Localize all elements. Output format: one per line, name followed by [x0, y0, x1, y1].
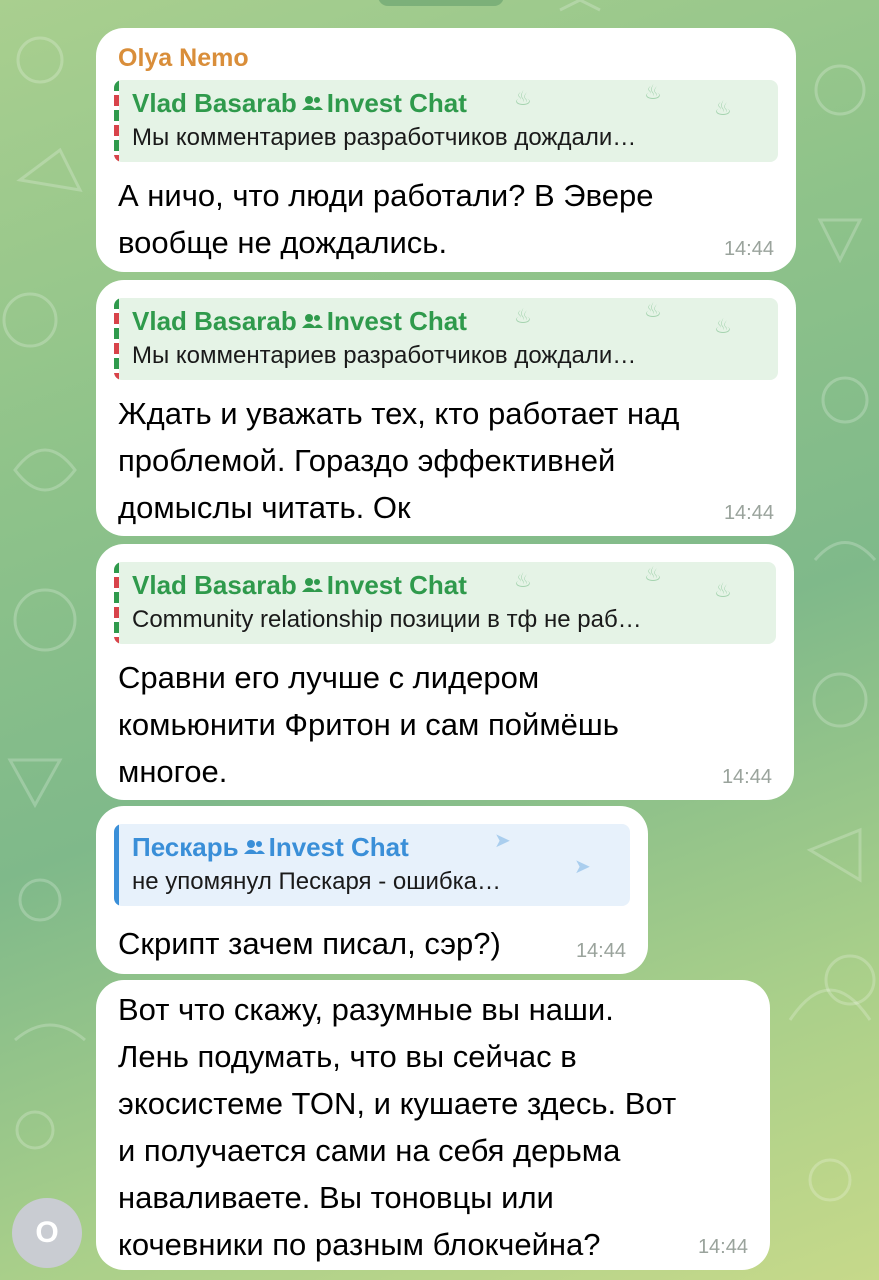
- paper-plane-icon: ➤: [574, 856, 591, 878]
- message-timestamp: 14:44: [697, 1236, 748, 1258]
- message-text: А ничо, что люди работали? В Эвере вообщ…: [118, 178, 654, 260]
- reply-quote[interactable]: Пескарь Invest Chat не упомянул Пескаря -…: [114, 824, 630, 906]
- flame-icon: ♨: [714, 316, 732, 338]
- reply-quote[interactable]: Vlad Basarab Invest Chat Мы комментариев …: [114, 298, 778, 380]
- message-timestamp: 14:44: [575, 940, 626, 962]
- flame-icon: ♨: [514, 306, 532, 328]
- flame-icon: ♨: [644, 300, 662, 322]
- flame-icon: ♨: [714, 580, 732, 602]
- reply-author: Vlad Basarab: [132, 88, 297, 118]
- message-text: Сравни его лучше с лидером комьюнити Фри…: [118, 660, 619, 789]
- avatar[interactable]: O: [12, 1198, 82, 1268]
- message-timestamp: 14:44: [723, 502, 774, 524]
- scroll-indicator: [378, 0, 504, 6]
- reply-chat-name: Invest Chat: [326, 88, 467, 118]
- flame-icon: ♨: [644, 564, 662, 586]
- reply-text: Community relationship позиции в тф не р…: [132, 606, 642, 633]
- flame-icon: ♨: [514, 570, 532, 592]
- flame-icon: ♨: [714, 98, 732, 120]
- group-icon: [243, 840, 265, 855]
- message-bubble[interactable]: Пескарь Invest Chat не упомянул Пескаря -…: [96, 806, 648, 974]
- group-icon: [301, 314, 323, 329]
- message-bubble[interactable]: Vlad Basarab Invest Chat Community relati…: [96, 544, 794, 800]
- reply-chat-name: Invest Chat: [268, 832, 409, 862]
- reply-accent-bar: [114, 298, 119, 380]
- reply-author: Vlad Basarab: [132, 570, 297, 600]
- group-icon: [301, 578, 323, 593]
- reply-accent-bar: [114, 824, 119, 906]
- message-text: Скрипт зачем писал, сэр?): [118, 926, 501, 961]
- reply-text: не упомянул Пескаря - ошибка…: [132, 868, 502, 895]
- message-bubble[interactable]: Вот что скажу, разумные вы наши. Лень по…: [96, 980, 770, 1270]
- paper-plane-icon: ➤: [494, 830, 511, 852]
- message-bubble[interactable]: Vlad Basarab Invest Chat Мы комментариев …: [96, 280, 796, 536]
- reply-quote[interactable]: Vlad Basarab Invest Chat Мы комментариев …: [114, 80, 778, 162]
- reply-author: Vlad Basarab: [132, 306, 297, 336]
- message-text: Вот что скажу, разумные вы наши. Лень по…: [118, 992, 677, 1262]
- message-timestamp: 14:44: [721, 766, 772, 788]
- reply-accent-bar: [114, 562, 119, 644]
- reply-text: Мы комментариев разработчиков дождали…: [132, 124, 637, 151]
- reply-accent-bar: [114, 80, 119, 162]
- flame-icon: ♨: [514, 88, 532, 110]
- flame-icon: ♨: [644, 82, 662, 104]
- message-text: Ждать и уважать тех, кто работает над пр…: [118, 396, 680, 525]
- reply-quote[interactable]: Vlad Basarab Invest Chat Community relati…: [114, 562, 776, 644]
- reply-text: Мы комментариев разработчиков дождали…: [132, 342, 637, 369]
- reply-author: Пескарь: [132, 832, 239, 862]
- group-icon: [301, 96, 323, 111]
- reply-chat-name: Invest Chat: [326, 570, 467, 600]
- message-bubble[interactable]: Olya Nemo Vlad Basarab Invest Chat Мы ком…: [96, 28, 796, 272]
- sender-name[interactable]: Olya Nemo: [118, 44, 249, 73]
- message-timestamp: 14:44: [723, 238, 774, 260]
- reply-chat-name: Invest Chat: [326, 306, 467, 336]
